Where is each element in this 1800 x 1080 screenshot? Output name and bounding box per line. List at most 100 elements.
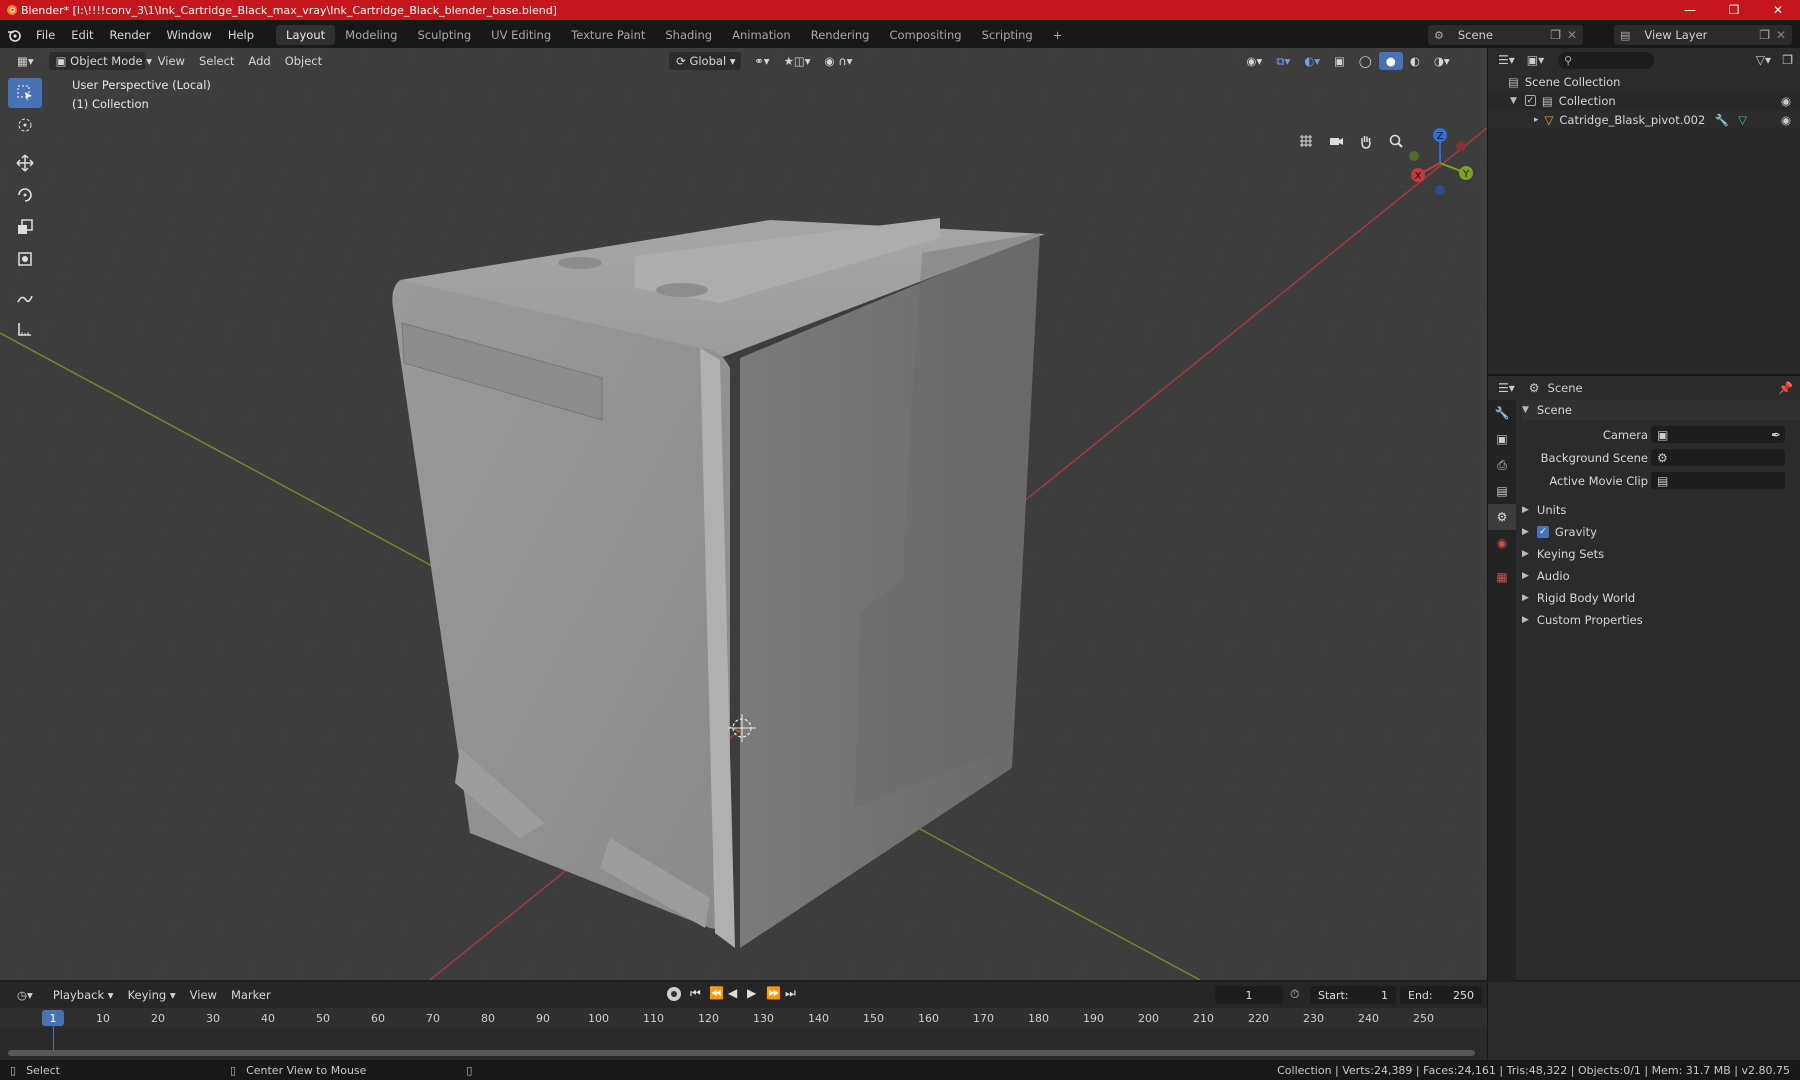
start-frame-field[interactable]: Start: 1 (1310, 986, 1396, 1004)
keying-sets-panel[interactable]: ▶ Keying Sets (1522, 544, 1800, 564)
3d-viewport[interactable]: ▦▾ ▣ Object Mode ▾ View Select Add Objec… (0, 48, 1487, 980)
audio-panel[interactable]: ▶ Audio (1522, 566, 1800, 586)
tab-layout[interactable]: Layout (276, 25, 336, 45)
outliner-row-object[interactable]: ▸ ▽ Catridge_Blask_pivot.002 🔧 ▽ ◉ (1488, 110, 1800, 129)
close-icon[interactable]: ✕ (1756, 0, 1800, 20)
background-scene-field[interactable]: ⚙ (1651, 449, 1785, 466)
jump-end-icon[interactable]: ⏭ (785, 986, 796, 1001)
mesh-data-icon[interactable]: ▽ (1738, 113, 1747, 127)
wireframe-shading-icon[interactable]: ◯ (1352, 52, 1379, 70)
overlay-toggle-icon[interactable]: ◐▾ (1297, 52, 1327, 70)
orientation-selector[interactable]: ⟳ Global ▾ (669, 52, 742, 70)
timeline-scrollbar[interactable] (8, 1050, 1475, 1056)
timeline-editor-icon[interactable]: ◷▾ (10, 986, 40, 1004)
play-icon[interactable]: ▶ (747, 986, 756, 1000)
timeline-area[interactable]: 1 10 20 30 40 50 60 70 80 90 100 110 120… (0, 1008, 1487, 1060)
delete-view-layer-icon[interactable]: ✕ (1776, 28, 1786, 42)
menu-help[interactable]: Help (220, 28, 262, 42)
menu-playback[interactable]: Playback ▾ (46, 986, 121, 1004)
pan-hand-icon[interactable] (1353, 128, 1379, 154)
view-layer-selector[interactable]: ▤ View Layer ❐ ✕ (1614, 25, 1792, 45)
tab-uv-editing[interactable]: UV Editing (481, 25, 561, 45)
editor-type-icon[interactable]: ▦▾ (10, 52, 41, 70)
add-workspace-icon[interactable]: + (1043, 25, 1073, 45)
select-box-icon[interactable] (8, 78, 42, 108)
annotate-icon[interactable] (8, 282, 42, 312)
tab-compositing[interactable]: Compositing (879, 25, 971, 45)
menu-select[interactable]: Select (192, 52, 241, 70)
tab-scripting[interactable]: Scripting (972, 25, 1043, 45)
render-tab-icon[interactable]: ▣ (1488, 426, 1516, 452)
current-frame-marker[interactable]: 1 (42, 1010, 64, 1026)
navigation-gizmo[interactable]: Z Y X (1400, 123, 1480, 203)
eye-icon[interactable]: ◉ (1781, 113, 1791, 127)
mode-selector[interactable]: ▣ Object Mode ▾ (48, 52, 152, 70)
next-keyframe-icon[interactable]: ⏩ (766, 986, 781, 1000)
properties-editor-icon[interactable]: ☰▾ (1498, 381, 1515, 395)
end-frame-field[interactable]: End: 250 (1400, 986, 1482, 1004)
tab-modeling[interactable]: Modeling (335, 25, 407, 45)
menu-marker[interactable]: Marker (224, 986, 278, 1004)
active-movie-clip-field[interactable]: ▤ (1651, 472, 1785, 489)
scale-icon[interactable] (8, 212, 42, 242)
collection-checkbox[interactable]: ✓ (1524, 95, 1536, 106)
scrollbar-thumb[interactable] (8, 1050, 1475, 1056)
cursor-icon[interactable] (8, 110, 42, 140)
tab-rendering[interactable]: Rendering (801, 25, 880, 45)
pin-icon[interactable]: 📌 (1778, 381, 1793, 395)
new-scene-icon[interactable]: ❐ (1550, 28, 1561, 42)
tab-sculpting[interactable]: Sculpting (407, 25, 481, 45)
pivot-icon[interactable]: ⚭▾ (747, 52, 776, 70)
menu-edit[interactable]: Edit (63, 28, 101, 42)
eye-icon[interactable]: ◉ (1781, 94, 1791, 108)
outliner-row-scene-collection[interactable]: ▤ Scene Collection (1488, 72, 1800, 91)
rendered-shading-icon[interactable]: ◑▾ (1427, 52, 1457, 70)
transform-icon[interactable] (8, 244, 42, 274)
world-tab-icon[interactable]: ◉ (1488, 530, 1516, 556)
grid-view-icon[interactable] (1293, 128, 1319, 154)
record-button[interactable] (667, 987, 681, 1001)
tab-shading[interactable]: Shading (655, 25, 722, 45)
units-panel[interactable]: ▶ Units (1522, 500, 1800, 520)
stopwatch-icon[interactable]: ⏱ (1290, 987, 1299, 1002)
menu-file[interactable]: File (28, 28, 63, 42)
menu-view[interactable]: View (151, 52, 192, 70)
gravity-panel[interactable]: ▶ ✓ Gravity (1522, 522, 1800, 542)
tool-tab-icon[interactable]: 🔧 (1488, 400, 1516, 426)
frame-ruler[interactable]: 1 10 20 30 40 50 60 70 80 90 100 110 120… (0, 1008, 1487, 1028)
filter-icon[interactable]: ▽▾ (1756, 53, 1771, 67)
snap-icon[interactable]: ★◫▾ (777, 52, 818, 70)
current-frame-field[interactable]: 1 (1215, 986, 1283, 1004)
scene-selector[interactable]: ⚙ Scene ❐ ✕ (1428, 25, 1583, 45)
menu-add[interactable]: Add (241, 52, 277, 70)
move-icon[interactable] (8, 148, 42, 178)
rotate-icon[interactable] (8, 180, 42, 210)
delete-scene-icon[interactable]: ✕ (1567, 28, 1577, 42)
gizmo-toggle-icon[interactable]: ⧉▾ (1269, 52, 1297, 71)
eyedropper-icon[interactable]: ✒ (1771, 428, 1781, 442)
material-shading-icon[interactable]: ◐ (1403, 52, 1427, 70)
play-reverse-icon[interactable]: ◀ (728, 986, 737, 1000)
gravity-checkbox[interactable]: ✓ (1536, 526, 1549, 538)
new-view-layer-icon[interactable]: ❐ (1759, 28, 1770, 42)
menu-window[interactable]: Window (158, 28, 219, 42)
blender-menu-icon[interactable] (0, 28, 28, 42)
maximize-icon[interactable]: ❐ (1712, 0, 1756, 20)
camera-view-icon[interactable] (1323, 128, 1349, 154)
menu-timeline-view[interactable]: View (183, 986, 224, 1004)
jump-start-icon[interactable]: ⏮ (690, 986, 701, 1001)
collapse-arrow-icon[interactable]: ▼ (1510, 96, 1517, 106)
prev-keyframe-icon[interactable]: ⏪ (709, 986, 724, 1000)
menu-keying[interactable]: Keying ▾ (121, 986, 183, 1004)
proportional-edit-icon[interactable]: ◉ ∩▾ (818, 52, 860, 70)
solid-shading-icon[interactable]: ● (1378, 52, 1403, 70)
expand-arrow-icon[interactable]: ▸ (1534, 115, 1539, 125)
modifier-wrench-icon[interactable]: 🔧 (1715, 113, 1729, 127)
rigid-body-world-panel[interactable]: ▶ Rigid Body World (1522, 588, 1800, 608)
scene-panel-header[interactable]: ▼ Scene (1522, 400, 1800, 420)
custom-properties-panel[interactable]: ▶ Custom Properties (1522, 610, 1800, 630)
view-layer-tab-icon[interactable]: ▤ (1488, 478, 1516, 504)
output-tab-icon[interactable]: ⎙ (1488, 452, 1516, 478)
xray-icon[interactable]: ▣ (1327, 52, 1352, 70)
tab-texture-paint[interactable]: Texture Paint (561, 25, 655, 45)
